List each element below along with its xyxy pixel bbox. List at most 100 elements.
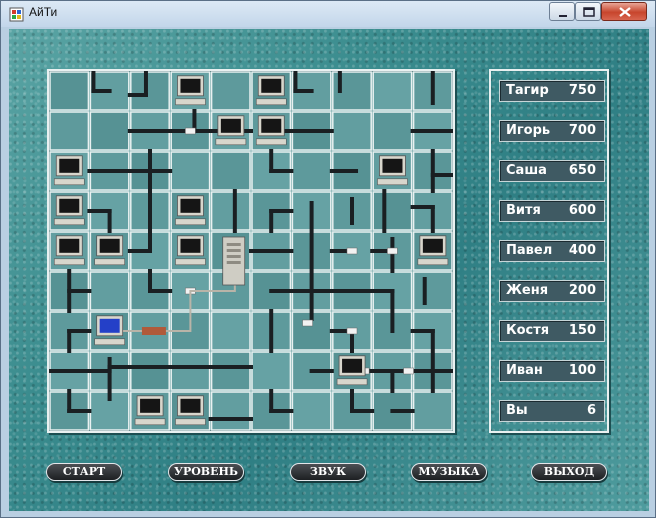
player-score: 6	[586, 403, 596, 418]
keyboard	[94, 338, 125, 346]
game-window: АйТи Тагир 750 Игорь 700 Саша 650 Витя 600 П…	[0, 0, 656, 518]
board-cell	[291, 151, 332, 191]
screen-off	[59, 198, 80, 213]
board-cell	[412, 391, 453, 431]
start-button[interactable]: СТАРТ	[46, 463, 122, 481]
player-score: 400	[568, 243, 596, 258]
screen-off	[59, 238, 80, 253]
player-name: Женя	[506, 283, 549, 298]
keyboard	[255, 98, 287, 106]
server-bay	[226, 243, 241, 246]
music-button[interactable]: МУЗЫКА	[411, 463, 487, 481]
board-cell	[332, 111, 372, 151]
board-cell	[372, 191, 413, 231]
screen-off	[59, 158, 80, 173]
maximize-button[interactable]	[575, 2, 601, 21]
screen-off	[382, 158, 403, 173]
minimize-button[interactable]	[549, 2, 575, 21]
pipe-joint	[403, 367, 414, 375]
player-name: Тагир	[506, 83, 549, 98]
pipe-joint	[387, 247, 398, 255]
board-cell	[130, 351, 170, 391]
board-cell	[291, 391, 332, 431]
score-row: Игорь 700	[499, 120, 605, 142]
player-score: 200	[568, 283, 596, 298]
board-cell	[170, 151, 211, 191]
keyboard	[175, 98, 206, 106]
player-name: Витя	[506, 203, 541, 218]
board-cell	[89, 111, 130, 151]
player-score: 700	[568, 123, 596, 138]
player-score: 100	[568, 363, 596, 378]
screen-off	[140, 398, 161, 413]
keyboard	[175, 218, 206, 226]
pipe-joint	[346, 327, 358, 335]
board-cell	[210, 311, 251, 351]
keyboard	[336, 378, 368, 386]
game-area: Тагир 750 Игорь 700 Саша 650 Витя 600 Павел 4…	[9, 29, 649, 511]
close-icon	[619, 7, 631, 17]
keyboard	[175, 418, 206, 426]
board-cell	[251, 351, 292, 391]
title-bar[interactable]: АйТи	[1, 1, 655, 27]
score-row-you: Вы 6	[499, 400, 605, 422]
connector	[141, 327, 166, 335]
board-cell	[210, 351, 251, 391]
player-name: Павел	[506, 243, 553, 258]
screen-off	[261, 78, 282, 93]
board-cell	[210, 391, 251, 431]
board-cell	[130, 71, 170, 111]
board-cell	[210, 151, 251, 191]
player-score: 150	[568, 323, 596, 338]
exit-button[interactable]: ВЫХОД	[531, 463, 607, 481]
board-canvas[interactable]	[49, 71, 453, 431]
keyboard	[53, 178, 85, 186]
screen-off	[180, 198, 201, 213]
sound-button[interactable]: ЗВУК	[290, 463, 366, 481]
keyboard	[417, 258, 449, 266]
board-cell	[372, 71, 413, 111]
board-cell	[170, 351, 211, 391]
keyboard	[215, 138, 247, 146]
board-cell	[49, 111, 90, 151]
screen-off	[261, 118, 282, 133]
server-bay	[226, 261, 241, 264]
score-row: Костя 150	[499, 320, 605, 342]
pipe-joint	[346, 247, 358, 255]
score-row: Женя 200	[499, 280, 605, 302]
screen-off	[99, 238, 120, 253]
game-board[interactable]	[47, 69, 455, 433]
board-cell	[210, 71, 251, 111]
screen-off	[180, 238, 201, 253]
keyboard	[134, 418, 166, 426]
pipe-joint	[302, 319, 313, 327]
player-name: Вы	[506, 403, 528, 418]
score-row: Павел 400	[499, 240, 605, 262]
board-cell	[372, 111, 413, 151]
board-cell	[210, 191, 251, 231]
board-cell	[412, 271, 453, 311]
score-row: Тагир 750	[499, 80, 605, 102]
screen-off	[342, 358, 363, 373]
screen-off	[422, 238, 443, 253]
server-bay	[226, 249, 241, 252]
keyboard	[377, 178, 408, 186]
player-score: 600	[568, 203, 596, 218]
screen-off	[180, 398, 201, 413]
screen-off	[180, 78, 201, 93]
keyboard	[94, 258, 125, 266]
keyboard	[175, 258, 206, 266]
pipe-joint	[185, 127, 196, 135]
level-button[interactable]: УРОВЕНЬ	[168, 463, 244, 481]
close-button[interactable]	[601, 2, 647, 21]
score-row: Иван 100	[499, 360, 605, 382]
keyboard	[255, 138, 287, 146]
player-score: 650	[568, 163, 596, 178]
screen-on	[99, 318, 120, 333]
score-row: Саша 650	[499, 160, 605, 182]
keyboard	[53, 258, 85, 266]
minimize-icon	[559, 15, 567, 17]
board-cell	[89, 271, 130, 311]
keyboard	[53, 218, 85, 226]
board-cell	[49, 71, 90, 111]
